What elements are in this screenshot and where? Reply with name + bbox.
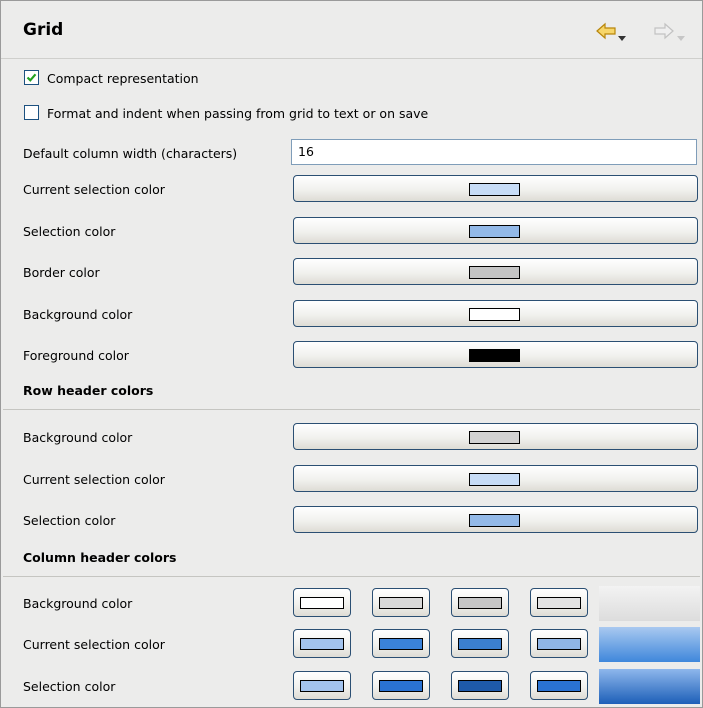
column-header-background-color-button-3[interactable] xyxy=(451,588,509,617)
color-swatch xyxy=(537,680,581,692)
color-swatch xyxy=(458,597,502,609)
column-header-selection-color-button-3[interactable] xyxy=(451,671,509,700)
default-column-width-input[interactable]: 16 xyxy=(291,139,697,165)
column-header-background-color-button-4[interactable] xyxy=(530,588,588,617)
column-header-colors-heading: Column header colors xyxy=(23,550,177,565)
color-swatch xyxy=(300,680,344,692)
grid-foreground-color-label: Foreground color xyxy=(23,348,129,363)
column-header-selection-color-button-1[interactable] xyxy=(293,671,351,700)
column-header-current-selection-color-button-4[interactable] xyxy=(530,629,588,658)
column-header-background-preview xyxy=(599,586,700,621)
column-header-current-selection-color-button-1[interactable] xyxy=(293,629,351,658)
color-swatch xyxy=(379,638,423,650)
color-swatch xyxy=(469,473,520,486)
color-swatch xyxy=(458,638,502,650)
column-header-selection-color-button-4[interactable] xyxy=(530,671,588,700)
column-header-background-color-label: Background color xyxy=(23,596,133,611)
column-header-selection-color-label: Selection color xyxy=(23,679,116,694)
grid-background-color-button[interactable] xyxy=(293,300,698,327)
grid-foreground-color-button[interactable] xyxy=(293,341,698,368)
color-swatch xyxy=(469,183,520,196)
row-header-current-selection-color-label: Current selection color xyxy=(23,472,165,487)
color-swatch xyxy=(469,349,520,362)
grid-current-selection-color-label: Current selection color xyxy=(23,182,165,197)
row-header-selection-color-label: Selection color xyxy=(23,513,116,528)
back-menu-chevron-icon[interactable] xyxy=(618,29,626,44)
format-indent-checkbox[interactable] xyxy=(24,105,39,120)
column-header-current-selection-color-button-2[interactable] xyxy=(372,629,430,658)
forward-arrow-icon xyxy=(654,22,674,40)
grid-border-color-label: Border color xyxy=(23,265,100,280)
color-swatch xyxy=(537,638,581,650)
color-swatch xyxy=(469,431,520,444)
column-header-background-color-button-1[interactable] xyxy=(293,588,351,617)
color-swatch xyxy=(458,680,502,692)
grid-selection-color-label: Selection color xyxy=(23,224,116,239)
panel-header: Grid xyxy=(1,1,702,59)
color-swatch xyxy=(300,638,344,650)
section-divider xyxy=(3,409,700,410)
grid-background-color-label: Background color xyxy=(23,307,133,322)
color-swatch xyxy=(300,597,344,609)
color-swatch xyxy=(469,225,520,238)
row-header-selection-color-button[interactable] xyxy=(293,506,698,533)
compact-representation-label: Compact representation xyxy=(47,71,199,86)
column-header-current-selection-color-button-3[interactable] xyxy=(451,629,509,658)
row-header-colors-heading: Row header colors xyxy=(23,383,154,398)
row-header-background-color-button[interactable] xyxy=(293,423,698,450)
column-header-current-selection-preview xyxy=(599,627,700,662)
grid-current-selection-color-button[interactable] xyxy=(293,175,698,202)
column-header-selection-color-button-2[interactable] xyxy=(372,671,430,700)
column-header-current-selection-color-label: Current selection color xyxy=(23,637,165,652)
column-header-selection-preview xyxy=(599,669,700,704)
back-arrow-icon[interactable] xyxy=(596,22,616,40)
color-swatch xyxy=(469,266,520,279)
grid-selection-color-button[interactable] xyxy=(293,217,698,244)
format-indent-label: Format and indent when passing from grid… xyxy=(47,106,429,121)
compact-representation-checkbox[interactable] xyxy=(24,70,39,85)
forward-menu-chevron-icon xyxy=(677,29,685,44)
color-swatch xyxy=(469,514,520,527)
color-swatch xyxy=(379,680,423,692)
grid-border-color-button[interactable] xyxy=(293,258,698,285)
section-divider xyxy=(3,576,700,577)
color-swatch xyxy=(379,597,423,609)
row-header-current-selection-color-button[interactable] xyxy=(293,465,698,492)
column-header-background-color-button-2[interactable] xyxy=(372,588,430,617)
row-header-background-color-label: Background color xyxy=(23,430,133,445)
default-column-width-label: Default column width (characters) xyxy=(23,146,238,161)
color-swatch xyxy=(537,597,581,609)
color-swatch xyxy=(469,308,520,321)
page-title: Grid xyxy=(23,20,64,40)
